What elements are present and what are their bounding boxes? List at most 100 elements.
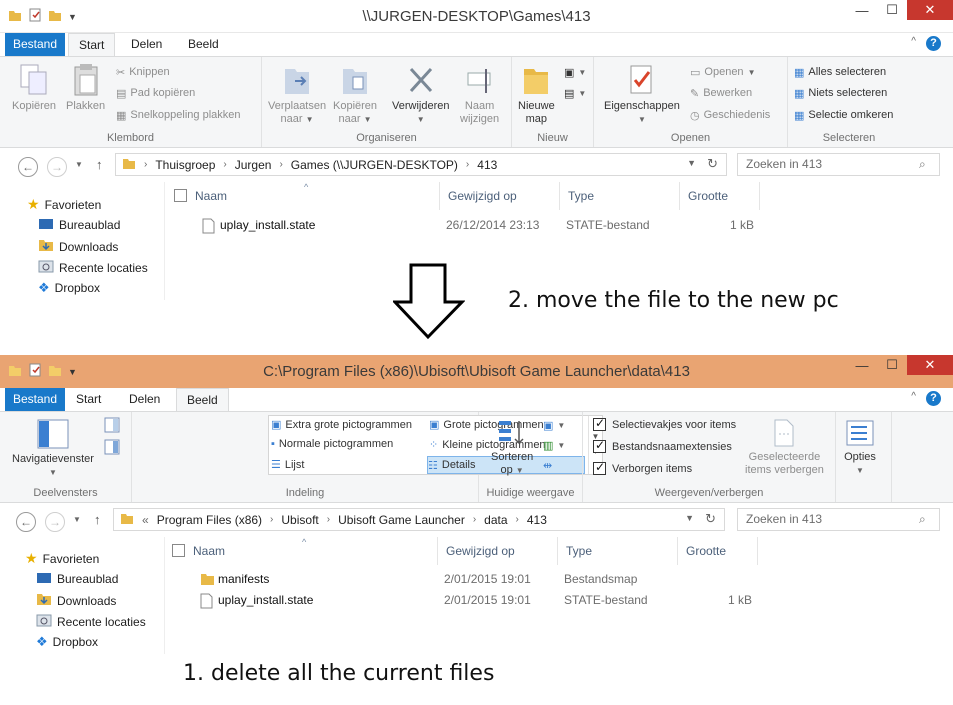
table-row[interactable]: uplay_install.state 26/12/2014 23:13 STA… bbox=[166, 216, 766, 236]
nav-item-downloads[interactable]: Downloads bbox=[38, 238, 118, 255]
tab-start[interactable]: Start bbox=[66, 388, 111, 411]
layout-list[interactable]: ☰ Lijst bbox=[271, 458, 304, 472]
maximize-button[interactable]: ☐ bbox=[877, 355, 907, 375]
forward-button[interactable]: → bbox=[45, 512, 65, 532]
collapse-ribbon-icon[interactable]: ^ bbox=[911, 36, 916, 51]
breadcrumb-item[interactable]: Games (\\JURGEN-DESKTOP) bbox=[291, 158, 458, 172]
tab-delen[interactable]: Delen bbox=[121, 33, 172, 56]
column-header-type[interactable]: Type bbox=[558, 537, 678, 565]
tab-start[interactable]: Start bbox=[68, 33, 116, 57]
group-by-button[interactable]: ▣ ▼ bbox=[543, 416, 565, 434]
copy-to-button[interactable]: Kopiëren naar ▼ bbox=[333, 63, 377, 126]
new-item-button[interactable]: ▣ ▼ bbox=[564, 63, 586, 81]
hidden-items-toggle[interactable]: Verborgen items bbox=[593, 460, 692, 475]
address-bar[interactable]: › Thuisgroep › Jurgen › Games (\\JURGEN-… bbox=[115, 153, 727, 176]
tab-bestand[interactable]: Bestand bbox=[5, 33, 66, 56]
navigation-pane-button[interactable]: Navigatievenster ▼ bbox=[12, 418, 94, 479]
move-to-button[interactable]: Verplaatsen naar ▼ bbox=[268, 63, 326, 126]
column-header-name[interactable]: Naam bbox=[166, 182, 440, 210]
tab-beeld[interactable]: Beeld bbox=[176, 388, 229, 412]
nav-item-desktop[interactable]: Bureaublad bbox=[38, 217, 120, 233]
nav-item-dropbox[interactable]: ❖ Dropbox bbox=[36, 634, 98, 650]
search-icon[interactable]: ⌕ bbox=[919, 512, 926, 527]
easy-access-button[interactable]: ▤ ▼ bbox=[564, 84, 586, 102]
address-bar[interactable]: « Program Files (x86) › Ubisoft › Ubisof… bbox=[113, 508, 725, 531]
checkbox[interactable] bbox=[593, 416, 606, 431]
column-header-name[interactable]: Naam bbox=[164, 537, 438, 565]
collapse-ribbon-icon[interactable]: ^ bbox=[911, 391, 916, 406]
column-header-date[interactable]: Gewijzigd op bbox=[438, 537, 558, 565]
chevron-down-icon[interactable]: ▼ bbox=[687, 158, 696, 168]
tab-bestand[interactable]: Bestand bbox=[5, 388, 66, 411]
column-header-type[interactable]: Type bbox=[560, 182, 680, 210]
breadcrumb-item[interactable]: Ubisoft bbox=[281, 513, 318, 527]
select-all-button[interactable]: ▦ Alles selecteren bbox=[794, 63, 886, 81]
search-input[interactable]: Zoeken in 413 bbox=[737, 153, 940, 176]
maximize-button[interactable]: ☐ bbox=[877, 0, 907, 20]
search-icon[interactable]: ⌕ bbox=[919, 157, 926, 172]
select-none-button[interactable]: ▦ Niets selecteren bbox=[794, 84, 887, 102]
tab-beeld[interactable]: Beeld bbox=[178, 33, 229, 56]
back-button[interactable]: ← bbox=[16, 512, 36, 532]
invert-selection-button[interactable]: ▦ Selectie omkeren bbox=[794, 106, 893, 124]
breadcrumb-item[interactable]: Ubisoft Game Launcher bbox=[338, 513, 465, 527]
nav-item-favorites[interactable]: ★ Favorieten bbox=[25, 550, 99, 567]
column-header-size[interactable]: Grootte bbox=[678, 537, 758, 565]
nav-item-downloads[interactable]: Downloads bbox=[36, 592, 116, 609]
breadcrumb-item[interactable]: Thuisgroep bbox=[155, 158, 215, 172]
column-header-date[interactable]: Gewijzigd op bbox=[440, 182, 560, 210]
breadcrumb-item[interactable]: 413 bbox=[477, 158, 497, 172]
up-arrow-icon[interactable]: ↑ bbox=[94, 512, 101, 527]
sort-by-button[interactable]: Sorteren op ▼ bbox=[491, 418, 533, 477]
preview-pane-button[interactable] bbox=[104, 416, 120, 434]
open-button[interactable]: ▭ Openen ▼ bbox=[690, 63, 755, 81]
chevron-down-icon[interactable]: ▼ bbox=[685, 513, 694, 523]
close-button[interactable]: ✕ bbox=[907, 0, 953, 20]
hide-selected-button[interactable]: Geselecteerde items verbergen bbox=[745, 418, 824, 477]
nav-item-desktop[interactable]: Bureaublad bbox=[36, 571, 118, 587]
select-all-checkbox[interactable] bbox=[174, 189, 187, 202]
refresh-icon[interactable]: ↻ bbox=[705, 511, 716, 527]
layout-medium-icons[interactable]: ▪ Normale pictogrammen bbox=[271, 438, 393, 450]
nav-item-recent[interactable]: Recente locaties bbox=[38, 259, 148, 276]
breadcrumb-item[interactable]: Program Files (x86) bbox=[157, 513, 262, 527]
properties-button[interactable]: Eigenschappen ▼ bbox=[604, 63, 680, 126]
recent-locations-icon[interactable]: ▼ bbox=[75, 160, 83, 169]
history-button[interactable]: ◷ Geschiedenis bbox=[690, 106, 770, 124]
nav-item-dropbox[interactable]: ❖ Dropbox bbox=[38, 280, 100, 296]
nav-item-favorites[interactable]: ★ Favorieten bbox=[27, 196, 101, 213]
file-extensions-toggle[interactable]: Bestandsnaamextensies bbox=[593, 438, 732, 453]
minimize-button[interactable]: — bbox=[847, 355, 877, 375]
minimize-button[interactable]: — bbox=[847, 0, 877, 20]
checkbox[interactable] bbox=[593, 460, 606, 475]
help-icon[interactable]: ? bbox=[926, 391, 941, 406]
forward-button[interactable]: → bbox=[47, 157, 67, 177]
nav-item-recent[interactable]: Recente locaties bbox=[36, 613, 146, 630]
edit-button[interactable]: ✎ Bewerken bbox=[690, 84, 752, 102]
add-columns-button[interactable]: ▥ ▼ bbox=[543, 436, 565, 454]
close-button[interactable]: ✕ bbox=[907, 355, 953, 375]
paste-button[interactable]: Plakken bbox=[66, 63, 105, 113]
select-all-checkbox[interactable] bbox=[172, 544, 185, 557]
refresh-icon[interactable]: ↻ bbox=[707, 156, 718, 172]
rename-button[interactable]: Naam wijzigen bbox=[460, 63, 499, 126]
cut-button[interactable]: ✂ Knippen bbox=[116, 63, 170, 81]
options-button[interactable]: Opties ▼ bbox=[844, 418, 876, 477]
item-checkboxes-toggle[interactable]: Selectievakjes voor items bbox=[593, 416, 736, 431]
copy-button[interactable]: Kopiëren bbox=[12, 63, 56, 113]
table-row[interactable]: manifests 2/01/2015 19:01 Bestandsmap bbox=[164, 570, 764, 590]
table-row[interactable]: uplay_install.state 2/01/2015 19:01 STAT… bbox=[164, 591, 764, 611]
recent-locations-icon[interactable]: ▼ bbox=[73, 515, 81, 524]
copy-path-button[interactable]: ▤ Pad kopiëren bbox=[116, 84, 195, 102]
size-columns-button[interactable]: ⇹ bbox=[543, 456, 552, 474]
breadcrumb-item[interactable]: 413 bbox=[527, 513, 547, 527]
up-arrow-icon[interactable]: ↑ bbox=[96, 157, 103, 172]
back-button[interactable]: ← bbox=[18, 157, 38, 177]
delete-button[interactable]: Verwijderen ▼ bbox=[392, 63, 449, 126]
breadcrumb-overflow[interactable]: « bbox=[142, 513, 149, 527]
details-pane-button[interactable] bbox=[104, 438, 120, 456]
breadcrumb-item[interactable]: Jurgen bbox=[235, 158, 272, 172]
help-icon[interactable]: ? bbox=[926, 36, 941, 51]
search-input[interactable]: Zoeken in 413 bbox=[737, 508, 940, 531]
paste-shortcut-button[interactable]: ▦ Snelkoppeling plakken bbox=[116, 106, 241, 124]
